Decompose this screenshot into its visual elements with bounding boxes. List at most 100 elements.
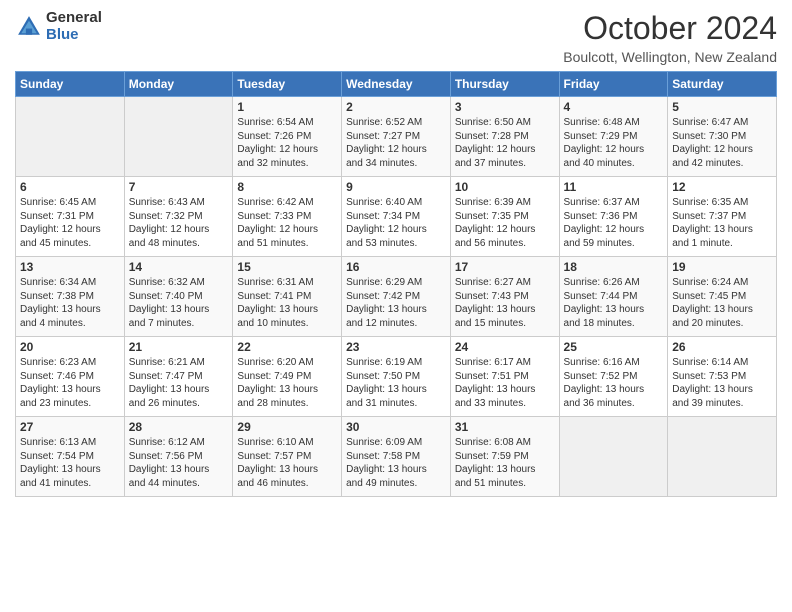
day-header-monday: Monday [124,72,233,97]
calendar-cell: 3 Sunrise: 6:50 AM Sunset: 7:28 PM Daylig… [450,97,559,177]
day-number: 13 [20,260,120,274]
cell-info: Sunrise: 6:26 AM Sunset: 7:44 PM Dayligh… [564,276,664,330]
calendar-header: SundayMondayTuesdayWednesdayThursdayFrid… [16,72,777,97]
cell-info: Sunrise: 6:20 AM Sunset: 7:49 PM Dayligh… [237,356,337,410]
day-number: 2 [346,100,446,114]
cell-info: Sunrise: 6:34 AM Sunset: 7:38 PM Dayligh… [20,276,120,330]
day-number: 5 [672,100,772,114]
day-number: 8 [237,180,337,194]
page: General Blue October 2024 Boulcott, Well… [0,0,792,612]
cell-info: Sunrise: 6:32 AM Sunset: 7:40 PM Dayligh… [129,276,229,330]
day-number: 14 [129,260,229,274]
day-number: 30 [346,420,446,434]
day-number: 26 [672,340,772,354]
cell-info: Sunrise: 6:47 AM Sunset: 7:30 PM Dayligh… [672,116,772,170]
day-number: 4 [564,100,664,114]
cell-info: Sunrise: 6:42 AM Sunset: 7:33 PM Dayligh… [237,196,337,250]
calendar-cell: 21 Sunrise: 6:21 AM Sunset: 7:47 PM Dayli… [124,337,233,417]
day-number: 3 [455,100,555,114]
cell-info: Sunrise: 6:16 AM Sunset: 7:52 PM Dayligh… [564,356,664,410]
day-number: 29 [237,420,337,434]
day-number: 1 [237,100,337,114]
calendar-cell: 14 Sunrise: 6:32 AM Sunset: 7:40 PM Dayli… [124,257,233,337]
day-number: 22 [237,340,337,354]
cell-info: Sunrise: 6:54 AM Sunset: 7:26 PM Dayligh… [237,116,337,170]
week-row-4: 20Sunrise: 6:23 AM Sunset: 7:46 PM Dayli… [16,337,777,417]
week-row-2: 6Sunrise: 6:45 AM Sunset: 7:31 PM Daylig… [16,177,777,257]
day-number: 24 [455,340,555,354]
calendar-cell: 2 Sunrise: 6:52 AM Sunset: 7:27 PM Daylig… [342,97,451,177]
day-header-thursday: Thursday [450,72,559,97]
logo-general-text: General [46,10,102,27]
cell-info: Sunrise: 6:52 AM Sunset: 7:27 PM Dayligh… [346,116,446,170]
day-header-wednesday: Wednesday [342,72,451,97]
cell-info: Sunrise: 6:39 AM Sunset: 7:35 PM Dayligh… [455,196,555,250]
day-number: 31 [455,420,555,434]
day-number: 25 [564,340,664,354]
cell-info: Sunrise: 6:43 AM Sunset: 7:32 PM Dayligh… [129,196,229,250]
calendar-cell: 15 Sunrise: 6:31 AM Sunset: 7:41 PM Dayli… [233,257,342,337]
cell-info: Sunrise: 6:12 AM Sunset: 7:56 PM Dayligh… [129,436,229,490]
cell-info: Sunrise: 6:13 AM Sunset: 7:54 PM Dayligh… [20,436,120,490]
day-number: 9 [346,180,446,194]
calendar-cell: 7 Sunrise: 6:43 AM Sunset: 7:32 PM Daylig… [124,177,233,257]
month-title: October 2024 [563,10,777,47]
cell-info: Sunrise: 6:19 AM Sunset: 7:50 PM Dayligh… [346,356,446,410]
calendar-cell: 19Sunrise: 6:24 AM Sunset: 7:45 PM Dayli… [668,257,777,337]
cell-info: Sunrise: 6:08 AM Sunset: 7:59 PM Dayligh… [455,436,555,490]
calendar-cell: 31 Sunrise: 6:08 AM Sunset: 7:59 PM Dayli… [450,417,559,497]
day-number: 21 [129,340,229,354]
day-header-friday: Friday [559,72,668,97]
calendar-cell [16,97,125,177]
day-header-sunday: Sunday [16,72,125,97]
day-number: 16 [346,260,446,274]
calendar-cell: 13 Sunrise: 6:34 AM Sunset: 7:38 PM Dayli… [16,257,125,337]
calendar-cell: 22 Sunrise: 6:20 AM Sunset: 7:49 PM Dayli… [233,337,342,417]
logo-text: General Blue [46,10,102,43]
cell-info: Sunrise: 6:40 AM Sunset: 7:34 PM Dayligh… [346,196,446,250]
day-number: 15 [237,260,337,274]
day-number: 27 [20,420,120,434]
day-number: 23 [346,340,446,354]
cell-info: Sunrise: 6:10 AM Sunset: 7:57 PM Dayligh… [237,436,337,490]
calendar-cell: 5 Sunrise: 6:47 AM Sunset: 7:30 PM Daylig… [668,97,777,177]
calendar-cell: 17Sunrise: 6:27 AM Sunset: 7:43 PM Dayli… [450,257,559,337]
logo-icon [15,13,43,41]
day-number: 11 [564,180,664,194]
cell-info: Sunrise: 6:27 AM Sunset: 7:43 PM Dayligh… [455,276,555,330]
cell-info: Sunrise: 6:31 AM Sunset: 7:41 PM Dayligh… [237,276,337,330]
calendar-cell: 18 Sunrise: 6:26 AM Sunset: 7:44 PM Dayli… [559,257,668,337]
cell-info: Sunrise: 6:29 AM Sunset: 7:42 PM Dayligh… [346,276,446,330]
cell-info: Sunrise: 6:24 AM Sunset: 7:45 PM Dayligh… [672,276,772,330]
header-row: SundayMondayTuesdayWednesdayThursdayFrid… [16,72,777,97]
week-row-3: 13 Sunrise: 6:34 AM Sunset: 7:38 PM Dayli… [16,257,777,337]
day-number: 28 [129,420,229,434]
location: Boulcott, Wellington, New Zealand [563,49,777,65]
calendar-cell: 25 Sunrise: 6:16 AM Sunset: 7:52 PM Dayli… [559,337,668,417]
cell-info: Sunrise: 6:17 AM Sunset: 7:51 PM Dayligh… [455,356,555,410]
day-number: 10 [455,180,555,194]
calendar-cell: 30 Sunrise: 6:09 AM Sunset: 7:58 PM Dayli… [342,417,451,497]
cell-info: Sunrise: 6:35 AM Sunset: 7:37 PM Dayligh… [672,196,772,250]
calendar-cell: 20Sunrise: 6:23 AM Sunset: 7:46 PM Dayli… [16,337,125,417]
cell-info: Sunrise: 6:48 AM Sunset: 7:29 PM Dayligh… [564,116,664,170]
week-row-5: 27 Sunrise: 6:13 AM Sunset: 7:54 PM Dayli… [16,417,777,497]
week-row-1: 1 Sunrise: 6:54 AM Sunset: 7:26 PM Daylig… [16,97,777,177]
logo: General Blue [15,10,102,43]
day-number: 7 [129,180,229,194]
day-number: 20 [20,340,120,354]
cell-info: Sunrise: 6:37 AM Sunset: 7:36 PM Dayligh… [564,196,664,250]
calendar-cell: 27 Sunrise: 6:13 AM Sunset: 7:54 PM Dayli… [16,417,125,497]
day-number: 18 [564,260,664,274]
calendar-table: SundayMondayTuesdayWednesdayThursdayFrid… [15,71,777,497]
cell-info: Sunrise: 6:45 AM Sunset: 7:31 PM Dayligh… [20,196,120,250]
cell-info: Sunrise: 6:50 AM Sunset: 7:28 PM Dayligh… [455,116,555,170]
calendar-cell [559,417,668,497]
cell-info: Sunrise: 6:09 AM Sunset: 7:58 PM Dayligh… [346,436,446,490]
logo-blue-text: Blue [46,27,102,44]
calendar-cell: 6Sunrise: 6:45 AM Sunset: 7:31 PM Daylig… [16,177,125,257]
day-header-tuesday: Tuesday [233,72,342,97]
cell-info: Sunrise: 6:21 AM Sunset: 7:47 PM Dayligh… [129,356,229,410]
calendar-cell: 23 Sunrise: 6:19 AM Sunset: 7:50 PM Dayli… [342,337,451,417]
calendar-cell: 8 Sunrise: 6:42 AM Sunset: 7:33 PM Daylig… [233,177,342,257]
